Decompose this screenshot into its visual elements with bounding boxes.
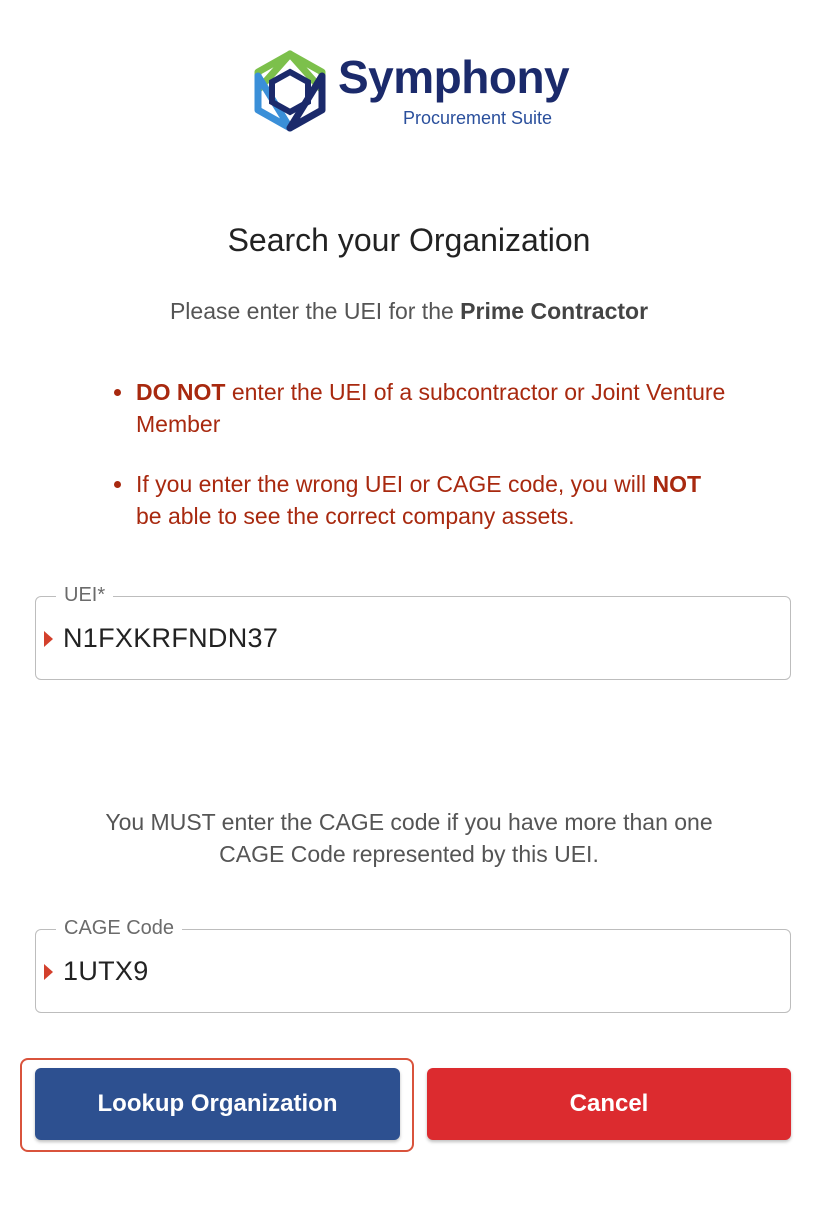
- instruction-text: Please enter the UEI for the Prime Contr…: [0, 296, 818, 326]
- warning-text: be able to see the correct company asset…: [136, 503, 575, 529]
- warning-item: If you enter the wrong UEI or CAGE code,…: [112, 468, 732, 532]
- warning-list: DO NOT enter the UEI of a subcontractor …: [112, 376, 732, 560]
- cage-note: You MUST enter the CAGE code if you have…: [105, 809, 713, 867]
- warning-text: If you enter the wrong UEI or CAGE code,…: [136, 471, 653, 497]
- brand-tagline: Procurement Suite: [403, 108, 553, 128]
- page-title: Search your Organization: [227, 222, 591, 258]
- warning-emphasis: NOT: [652, 471, 702, 497]
- hexagon-logo-icon: [254, 50, 326, 132]
- cage-code-field[interactable]: CAGE Code 1UTX9: [35, 916, 791, 1013]
- cancel-button[interactable]: Cancel: [427, 1068, 791, 1140]
- cage-code-label: CAGE Code: [56, 916, 183, 940]
- symphony-logo: Symphony Procurement Suite: [254, 50, 574, 134]
- instruction-emphasis: Prime Contractor: [460, 298, 649, 324]
- uei-input[interactable]: N1FXKRFNDN37: [63, 621, 278, 655]
- caret-right-icon: [44, 964, 53, 980]
- bullet-icon: [114, 481, 121, 488]
- cage-code-input[interactable]: 1UTX9: [63, 954, 149, 988]
- uei-label: UEI*: [56, 583, 114, 607]
- bullet-icon: [114, 389, 121, 396]
- warning-emphasis: DO NOT: [136, 379, 226, 405]
- instruction-prefix: Please enter the UEI for the: [169, 298, 461, 324]
- lookup-organization-button[interactable]: Lookup Organization: [35, 1068, 400, 1140]
- warning-item: DO NOT enter the UEI of a subcontractor …: [112, 376, 732, 440]
- warning-text: enter the UEI of a subcontractor or Join…: [136, 379, 726, 437]
- caret-right-icon: [44, 631, 53, 647]
- uei-field[interactable]: UEI* N1FXKRFNDN37: [35, 583, 791, 680]
- brand-name: Symphony: [338, 51, 570, 103]
